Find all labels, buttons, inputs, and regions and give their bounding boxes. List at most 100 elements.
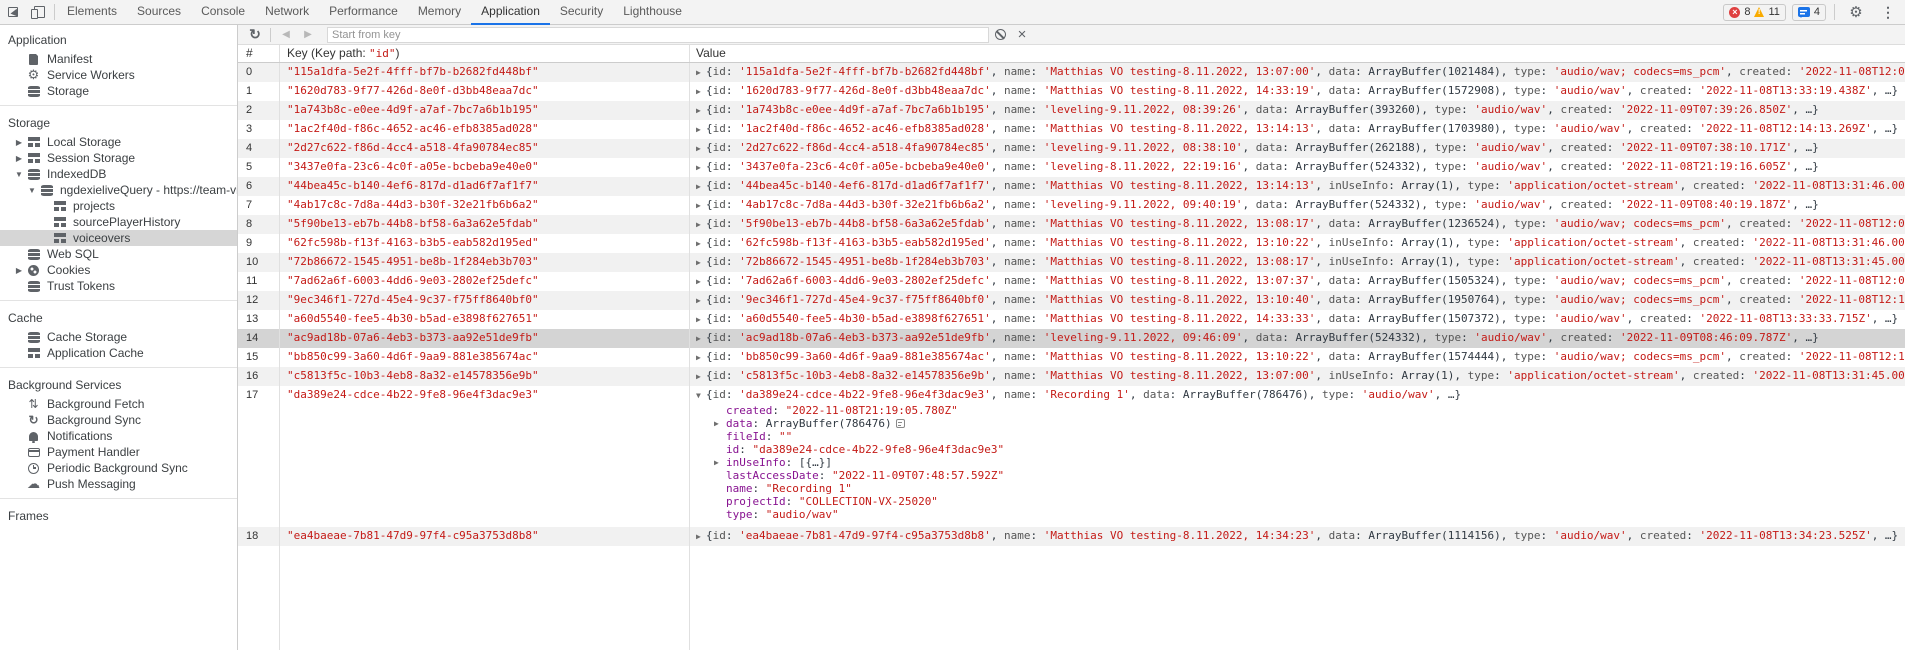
sidebar-item-storage[interactable]: Storage — [0, 83, 237, 99]
table-row[interactable]: 6"44bea45c-b140-4ef6-817d-d1ad6f7af1f7"▶… — [238, 177, 1905, 196]
column-header-key[interactable]: Key (Key path: "id") — [280, 45, 690, 62]
object-property-row[interactable]: ▶data: ArrayBuffer(786476) — [696, 417, 1905, 430]
sidebar-item-ngdexielivequery-https-team-vidieditor-vi[interactable]: ▼ngdexieliveQuery - https://team-vidiedi… — [0, 182, 237, 198]
disclosure-triangle-icon[interactable]: ▶ — [696, 121, 706, 139]
tab-network[interactable]: Network — [255, 0, 319, 25]
sidebar-item-cache-storage[interactable]: Cache Storage — [0, 329, 237, 345]
table-row[interactable]: 5"3437e0fa-23c6-4c0f-a05e-bcbeba9e40e0"▶… — [238, 158, 1905, 177]
tree-expanded-arrow-icon[interactable]: ▼ — [12, 170, 26, 179]
disclosure-triangle-icon[interactable]: ▶ — [696, 178, 706, 196]
disclosure-triangle-icon[interactable]: ▶ — [696, 254, 706, 272]
sidebar-item-label: voiceovers — [73, 231, 130, 245]
console-errors-warnings-badge[interactable]: × 8 11 — [1723, 4, 1786, 21]
sidebar-item-application-cache[interactable]: Application Cache — [0, 345, 237, 361]
disclosure-triangle-icon[interactable]: ▶ — [696, 140, 706, 158]
object-property-row[interactable]: type: "audio/wav" — [696, 508, 1905, 521]
disclosure-triangle-icon[interactable]: ▶ — [696, 64, 706, 82]
tab-sources[interactable]: Sources — [127, 0, 191, 25]
table-row[interactable]: 9"62fc598b-f13f-4163-b3b5-eab582d195ed"▶… — [238, 234, 1905, 253]
db-icon — [26, 331, 41, 344]
sidebar-item-notifications[interactable]: Notifications — [0, 428, 237, 444]
sidebar-item-voiceovers[interactable]: voiceovers — [0, 230, 237, 246]
disclosure-triangle-icon[interactable]: ▶ — [696, 216, 706, 234]
sidebar-item-session-storage[interactable]: ▶Session Storage — [0, 150, 237, 166]
sidebar-item-label: Application Cache — [47, 346, 144, 360]
table-row[interactable]: 8"5f90be13-eb7b-44b8-bf58-6a3a62e5fdab"▶… — [238, 215, 1905, 234]
sidebar-item-sourceplayerhistory[interactable]: sourcePlayerHistory — [0, 214, 237, 230]
tab-memory[interactable]: Memory — [408, 0, 471, 25]
sidebar-item-projects[interactable]: projects — [0, 198, 237, 214]
column-header-number[interactable]: # — [238, 45, 280, 62]
object-property-row[interactable]: projectId: "COLLECTION-VX-25020" — [696, 495, 1905, 508]
sidebar-item-local-storage[interactable]: ▶Local Storage — [0, 134, 237, 150]
tab-performance[interactable]: Performance — [319, 0, 408, 25]
sidebar-item-background-fetch[interactable]: Background Fetch — [0, 396, 237, 412]
sidebar-item-indexeddb[interactable]: ▼ IndexedDB — [0, 166, 237, 182]
object-property-row[interactable]: created: "2022-11-08T21:19:05.780Z" — [696, 404, 1905, 417]
disclosure-triangle-icon[interactable]: ▶ — [696, 102, 706, 120]
table-row[interactable]: 4"2d27c622-f86d-4cc4-a518-4fa90784ec85"▶… — [238, 139, 1905, 158]
sidebar-item-payment-handler[interactable]: Payment Handler — [0, 444, 237, 460]
row-key-cell: "7ad62a6f-6003-4dd6-9e03-2802ef25defc" — [280, 272, 690, 291]
tab-lighthouse[interactable]: Lighthouse — [613, 0, 692, 25]
disclosure-triangle-icon[interactable]: ▶ — [696, 235, 706, 253]
sidebar-item-periodic-background-sync[interactable]: Periodic Background Sync — [0, 460, 237, 476]
object-property-row[interactable]: id: "da389e24-cdce-4b22-9fe8-96e4f3dac9e… — [696, 443, 1905, 456]
tab-application[interactable]: Application — [471, 0, 550, 25]
disclosure-triangle-icon[interactable]: ▶ — [696, 292, 706, 310]
table-row[interactable]: 0"115a1dfa-5e2f-4fff-bf7b-b2682fd448bf"▶… — [238, 63, 1905, 82]
warning-count: 11 — [1768, 6, 1779, 18]
disclosure-triangle-icon[interactable]: ▶ — [696, 330, 706, 348]
disclosure-triangle-icon[interactable]: ▶ — [714, 456, 724, 469]
disclosure-triangle-icon[interactable]: ▶ — [714, 417, 724, 430]
tab-security[interactable]: Security — [550, 0, 613, 25]
tab-elements[interactable]: Elements — [57, 0, 127, 25]
tab-console[interactable]: Console — [191, 0, 255, 25]
table-row[interactable]: 7"4ab17c8c-7d8a-44d3-b30f-32e21fb6b6a2"▶… — [238, 196, 1905, 215]
tree-collapsed-arrow-icon[interactable]: ▶ — [12, 154, 26, 163]
disclosure-triangle-icon[interactable]: ▶ — [696, 197, 706, 215]
refresh-button[interactable] — [244, 26, 266, 44]
application-panel-sidebar: ApplicationManifestService WorkersStorag… — [0, 25, 238, 650]
clear-object-store-button[interactable] — [989, 26, 1011, 44]
sidebar-item-push-messaging[interactable]: Push Messaging — [0, 476, 237, 492]
disclosure-triangle-icon[interactable]: ▶ — [696, 159, 706, 177]
table-row[interactable]: 2"1a743b8c-e0ee-4d9f-a7af-7bc7a6b1b195"▶… — [238, 101, 1905, 120]
object-property-row[interactable]: fileId: "" — [696, 430, 1905, 443]
table-row[interactable]: 13"a60d5540-fee5-4b30-b5ad-e3898f627651"… — [238, 310, 1905, 329]
disclosure-triangle-icon[interactable]: ▶ — [696, 311, 706, 329]
table-row[interactable]: 11"7ad62a6f-6003-4dd6-9e03-2802ef25defc"… — [238, 272, 1905, 291]
column-header-value[interactable]: Value — [690, 45, 1905, 62]
table-row[interactable]: 1"1620d783-9f77-426d-8e0f-d3bb48eaa7dc"▶… — [238, 82, 1905, 101]
sidebar-item-trust-tokens[interactable]: Trust Tokens — [0, 278, 237, 294]
table-row[interactable]: 10"72b86672-1545-4951-be8b-1f284eb3b703"… — [238, 253, 1905, 272]
object-property-row[interactable]: name: "Recording 1" — [696, 482, 1905, 495]
sidebar-item-service-workers[interactable]: Service Workers — [0, 67, 237, 83]
table-row[interactable]: 14"ac9ad18b-07a6-4eb3-b373-aa92e51de9fb"… — [238, 329, 1905, 348]
sidebar-item-web-sql[interactable]: Web SQL — [0, 246, 237, 262]
tree-expanded-arrow-icon[interactable]: ▼ — [25, 186, 39, 195]
sidebar-item-manifest[interactable]: Manifest — [0, 51, 237, 67]
sidebar-item-background-sync[interactable]: Background Sync — [0, 412, 237, 428]
tree-collapsed-arrow-icon[interactable]: ▶ — [12, 138, 26, 147]
toggle-device-toolbar-button[interactable] — [26, 0, 52, 24]
disclosure-triangle-icon[interactable]: ▶ — [696, 273, 706, 291]
delete-selected-button[interactable] — [1011, 26, 1033, 44]
row-value-cell: ▶{id: '9ec346f1-727d-45e4-9c37-f75ff8640… — [690, 291, 1905, 310]
settings-gear-button[interactable] — [1843, 0, 1869, 24]
issues-badge[interactable]: 4 — [1792, 4, 1826, 21]
disclosure-triangle-icon[interactable]: ▶ — [696, 83, 706, 101]
more-options-kebab-button[interactable] — [1875, 0, 1901, 24]
object-property-row[interactable]: lastAccessDate: "2022-11-09T07:48:57.592… — [696, 469, 1905, 482]
sidebar-item-cookies[interactable]: ▶Cookies — [0, 262, 237, 278]
buffer-viewer-icon[interactable] — [896, 419, 905, 428]
previous-page-button[interactable]: ◀ — [275, 26, 297, 44]
next-page-button[interactable]: ▶ — [297, 26, 319, 44]
sidebar-item-label: IndexedDB — [47, 167, 106, 181]
table-row[interactable]: 12"9ec346f1-727d-45e4-9c37-f75ff8640bf0"… — [238, 291, 1905, 310]
inspect-element-button[interactable] — [0, 0, 26, 24]
table-row[interactable]: 3"1ac2f40d-f86c-4652-ac46-efb8385ad028"▶… — [238, 120, 1905, 139]
object-property-row[interactable]: ▶inUseInfo: [{…}] — [696, 456, 1905, 469]
tree-collapsed-arrow-icon[interactable]: ▶ — [12, 266, 26, 275]
start-from-key-input[interactable] — [327, 27, 989, 43]
